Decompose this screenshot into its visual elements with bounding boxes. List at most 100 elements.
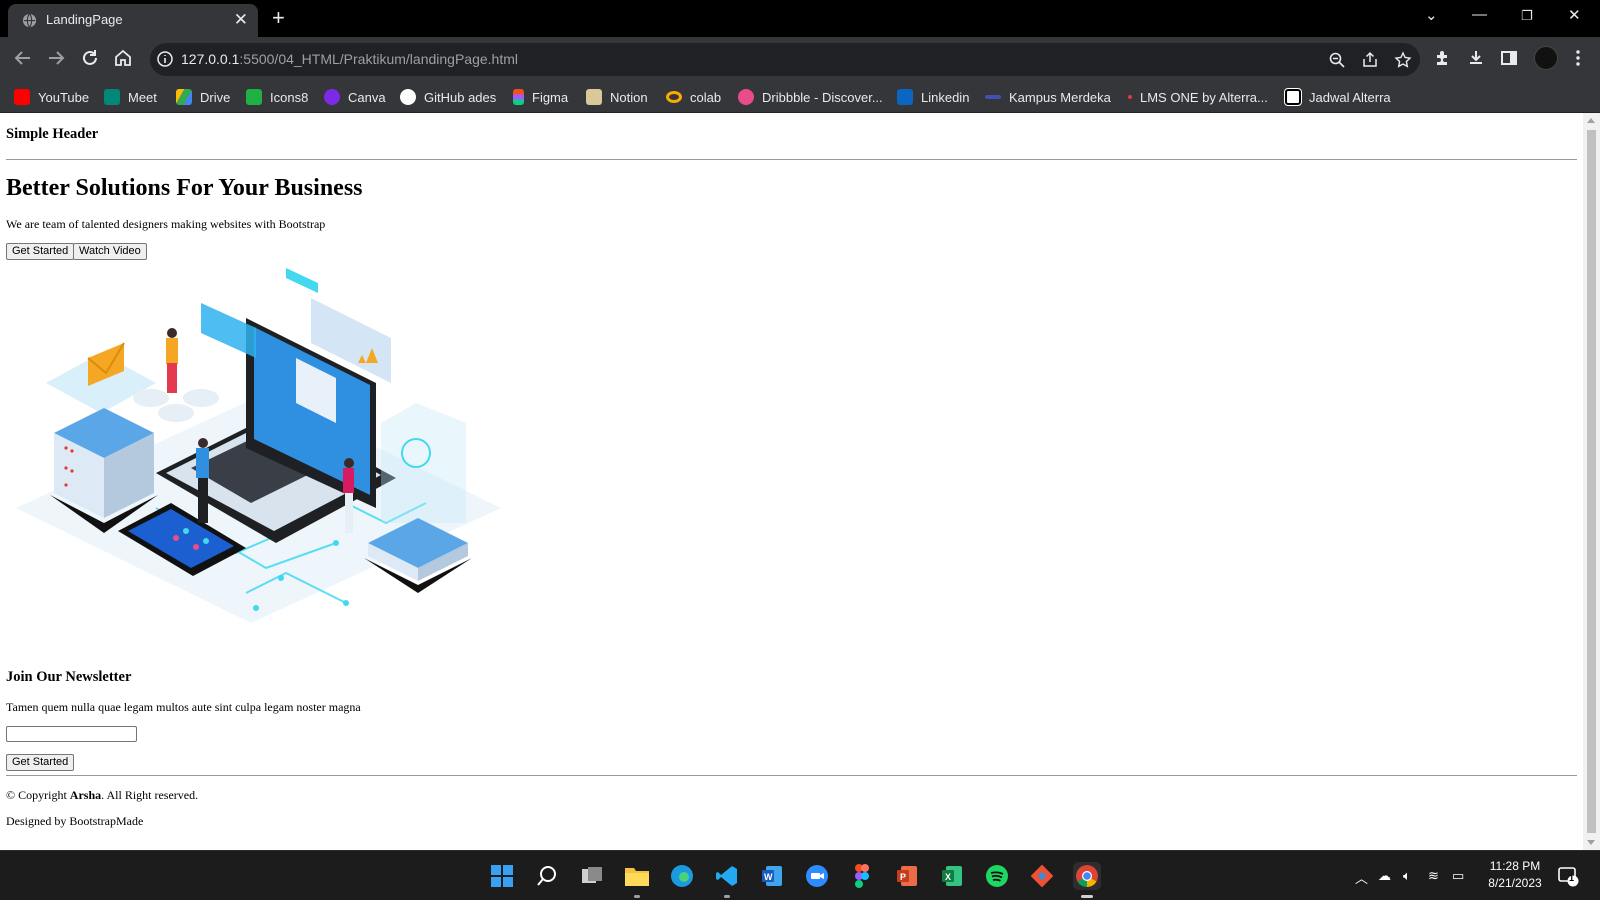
- bookmark-linkedin[interactable]: Linkedin: [897, 87, 969, 107]
- running-indicator: [1081, 895, 1093, 898]
- bookmark-star-icon[interactable]: [1394, 51, 1412, 69]
- new-tab-icon[interactable]: +: [272, 5, 285, 31]
- running-indicator: [724, 895, 730, 898]
- youtube-icon: [14, 89, 30, 105]
- vscode-icon[interactable]: [713, 862, 741, 898]
- site-info-icon[interactable]: [156, 50, 174, 68]
- forward-icon[interactable]: [45, 47, 67, 69]
- svg-text:X: X: [945, 872, 951, 882]
- page-header: Simple Header: [6, 126, 99, 142]
- extensions-icon[interactable]: [1433, 48, 1453, 68]
- onedrive-icon[interactable]: ☁: [1378, 868, 1391, 884]
- git-icon[interactable]: [1028, 862, 1056, 890]
- newsletter-title: Join Our Newsletter: [6, 669, 132, 685]
- bookmarks-bar: YouTube Meet Drive Icons8 Canva GitHub a…: [0, 80, 1600, 113]
- zoom-icon[interactable]: [1328, 51, 1346, 69]
- svg-text:W: W: [764, 872, 773, 882]
- side-panel-icon[interactable]: [1499, 48, 1519, 68]
- tab-landingpage[interactable]: LandingPage ✕: [8, 4, 258, 37]
- scroll-up-icon[interactable]: [1587, 118, 1595, 123]
- icons8-icon: [246, 89, 262, 105]
- more-menu-icon[interactable]: [1568, 48, 1588, 68]
- clock-time: 11:28 PM: [1489, 859, 1541, 873]
- task-view-icon[interactable]: [578, 862, 606, 890]
- bookmark-figma[interactable]: Figma: [513, 87, 568, 107]
- restore-icon[interactable]: ❐: [1521, 8, 1533, 24]
- watch-video-button[interactable]: Watch Video: [73, 243, 147, 260]
- clock-date: 8/21/2023: [1488, 876, 1542, 890]
- newsletter-get-started-button[interactable]: Get Started: [6, 754, 75, 771]
- wifi-icon[interactable]: ≋: [1428, 868, 1439, 884]
- footer-divider: [6, 775, 1577, 776]
- notification-center-icon[interactable]: 1: [1556, 862, 1580, 890]
- meet-icon: [104, 89, 120, 105]
- figma-app-icon[interactable]: [848, 862, 876, 890]
- brand-name: Arsha: [69, 788, 102, 802]
- bookmark-youtube[interactable]: YouTube: [14, 87, 89, 107]
- hero-title: Better Solutions For Your Business: [6, 175, 363, 201]
- spotify-icon[interactable]: [983, 862, 1011, 890]
- scroll-down-icon[interactable]: [1587, 840, 1595, 845]
- scrollbar-thumb[interactable]: [1587, 130, 1596, 833]
- copyright-text: © Copyright Arsha. All Right reserved.: [6, 788, 199, 802]
- hero-illustration: [16, 268, 501, 623]
- bookmark-github-ades[interactable]: GitHub ades: [400, 87, 496, 107]
- start-icon[interactable]: [488, 862, 516, 890]
- tab-strip: LandingPage ✕ + ⌄ — ❐ ✕: [0, 0, 1600, 37]
- header-divider: [6, 159, 1577, 160]
- hero-text: We are team of talented designers making…: [6, 217, 326, 231]
- lms-icon: [1128, 95, 1132, 99]
- bookmark-kampus-merdeka[interactable]: Kampus Merdeka: [985, 87, 1111, 107]
- chrome-icon[interactable]: [1073, 862, 1101, 898]
- bookmark-dribbble[interactable]: Dribbble - Discover...: [738, 87, 883, 107]
- linkedin-icon: [897, 89, 913, 105]
- globe-icon: [22, 13, 37, 28]
- zoom-app-icon[interactable]: [803, 862, 831, 890]
- clock[interactable]: 11:28 PM 8/21/2023: [1480, 858, 1550, 892]
- close-window-icon[interactable]: ✕: [1568, 6, 1581, 24]
- bookmark-lms-one[interactable]: LMS ONE by Alterra...: [1122, 87, 1268, 107]
- volume-icon[interactable]: 🔈︎: [1403, 868, 1411, 884]
- notification-count: 1: [1569, 873, 1575, 883]
- tab-title: LandingPage: [46, 12, 123, 27]
- url-text[interactable]: 127.0.0.1:5500/04_HTML/Praktikum/landing…: [181, 51, 518, 67]
- close-tab-icon[interactable]: ✕: [234, 10, 248, 30]
- page-scrollbar[interactable]: [1583, 113, 1600, 850]
- newsletter-email-input[interactable]: [6, 726, 137, 742]
- bookmark-notion[interactable]: Notion: [586, 87, 648, 107]
- download-icon[interactable]: [1466, 48, 1486, 68]
- tab-search-icon[interactable]: ⌄: [1425, 6, 1438, 24]
- bookmark-canva[interactable]: Canva: [324, 87, 386, 107]
- word-icon[interactable]: W: [758, 862, 786, 890]
- back-icon[interactable]: [12, 47, 34, 69]
- figma-icon: [513, 89, 524, 105]
- home-icon[interactable]: [112, 47, 134, 69]
- minimize-icon[interactable]: —: [1472, 6, 1487, 23]
- search-icon[interactable]: [533, 862, 561, 890]
- notion-icon: [1284, 88, 1302, 106]
- github-icon: [400, 89, 416, 105]
- drive-icon: [176, 89, 192, 105]
- kampus-merdeka-icon: [985, 95, 1001, 99]
- bookmark-meet[interactable]: Meet: [104, 87, 157, 107]
- browser-toolbar: 127.0.0.1:5500/04_HTML/Praktikum/landing…: [0, 37, 1600, 80]
- powerpoint-icon[interactable]: P: [893, 862, 921, 890]
- windows-taskbar: W P X ︿ ☁ 🔈︎ ≋ ▭ 11:28 PM 8/21/2023 1: [0, 850, 1600, 900]
- dribbble-icon: [738, 89, 754, 105]
- edge-icon[interactable]: [668, 862, 696, 890]
- newsletter-text: Tamen quem nulla quae legam multos aute …: [6, 700, 361, 714]
- bookmark-jadwal-alterra[interactable]: Jadwal Alterra: [1284, 87, 1391, 107]
- file-explorer-icon[interactable]: [623, 862, 651, 898]
- excel-icon[interactable]: X: [938, 862, 966, 890]
- bookmark-colab[interactable]: colab: [666, 87, 721, 107]
- get-started-button[interactable]: Get Started: [6, 243, 75, 260]
- battery-icon[interactable]: ▭: [1452, 868, 1464, 884]
- profile-avatar[interactable]: [1534, 46, 1558, 70]
- bookmark-drive[interactable]: Drive: [176, 87, 230, 107]
- address-bar[interactable]: 127.0.0.1:5500/04_HTML/Praktikum/landing…: [150, 43, 1420, 76]
- reload-icon[interactable]: [79, 47, 101, 69]
- colab-icon: [666, 91, 682, 103]
- show-hidden-icons-icon[interactable]: ︿: [1355, 868, 1368, 887]
- share-icon[interactable]: [1361, 51, 1379, 69]
- bookmark-icons8[interactable]: Icons8: [246, 87, 308, 107]
